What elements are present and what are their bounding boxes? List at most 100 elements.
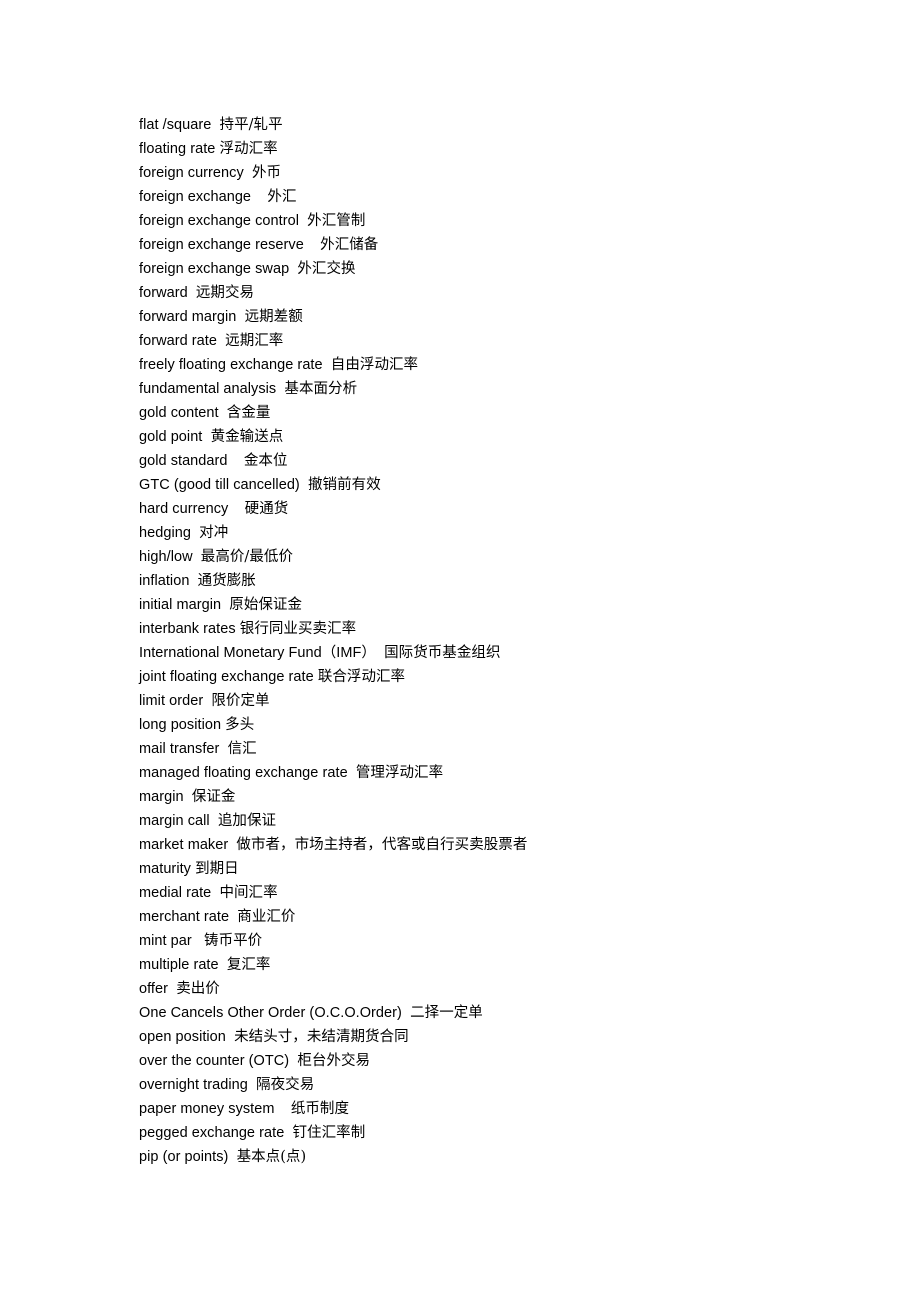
entry-gloss: 最高价/最低价 <box>200 549 294 565</box>
entry-term: market maker <box>139 837 229 853</box>
entry-gloss: 撤销前有效 <box>308 477 381 493</box>
entry-gloss: 远期交易 <box>195 285 255 301</box>
entry-term: multiple rate <box>139 957 219 973</box>
entry-gloss: 外汇管制 <box>307 213 366 229</box>
entry-term: forward <box>139 285 188 301</box>
entry-gloss: 黄金输送点 <box>210 429 284 445</box>
glossary-entry: mint par 铸币平价 <box>139 929 859 953</box>
entry-gloss: 多头 <box>225 717 255 733</box>
glossary-entry: One Cancels Other Order (O.C.O.Order) 二择… <box>139 1001 859 1025</box>
entry-separator <box>284 1125 292 1141</box>
entry-separator <box>244 165 252 181</box>
glossary-entry: forward margin 远期差额 <box>139 305 859 329</box>
entry-separator <box>251 189 267 205</box>
entry-separator <box>228 453 244 469</box>
entry-term: foreign currency <box>139 165 244 181</box>
entry-term: forward rate <box>139 333 217 349</box>
glossary-entry: merchant rate 商业汇价 <box>139 905 859 929</box>
entry-gloss: 保证金 <box>191 789 236 805</box>
entry-gloss: 外汇储备 <box>320 237 379 253</box>
entry-gloss: 卖出价 <box>176 981 220 997</box>
glossary-entry: floating rate 浮动汇率 <box>139 137 859 161</box>
entry-gloss: 二择一定单 <box>410 1005 483 1021</box>
glossary-entry: managed floating exchange rate 管理浮动汇率 <box>139 761 859 785</box>
entry-separator <box>188 285 196 301</box>
entry-term: long position <box>139 717 222 733</box>
entry-gloss: 外汇 <box>267 189 297 205</box>
entry-gloss: 金本位 <box>243 453 288 469</box>
entry-gloss: 基本点(点) <box>236 1149 307 1165</box>
entry-separator <box>191 525 199 541</box>
entry-gloss: 国际货币基金组织 <box>384 645 501 661</box>
entry-term: managed floating exchange rate <box>139 765 348 781</box>
entry-gloss: 管理浮动汇率 <box>355 765 444 781</box>
entry-gloss: 基本面分析 <box>284 381 358 397</box>
entry-term: floating rate <box>139 141 216 157</box>
entry-separator <box>275 1101 291 1117</box>
entry-term: One Cancels Other Order (O.C.O.Order) <box>139 1005 402 1021</box>
entry-gloss: 远期差额 <box>244 309 303 325</box>
entry-term: margin <box>139 789 184 805</box>
entry-term: merchant rate <box>139 909 230 925</box>
glossary-entry: gold content 含金量 <box>139 401 859 425</box>
entry-term: high/low <box>139 549 193 565</box>
entry-term: pip (or points) <box>139 1149 229 1165</box>
entry-gloss: 铸币平价 <box>204 933 263 949</box>
entry-term: open position <box>139 1029 226 1045</box>
entry-separator <box>236 309 244 325</box>
glossary-entry: flat /square 持平/轧平 <box>139 113 859 137</box>
glossary-entry: multiple rate 复汇率 <box>139 953 859 977</box>
entry-gloss: 限价定单 <box>211 693 270 709</box>
entry-term: fundamental analysis <box>139 381 277 397</box>
entry-gloss: 隔夜交易 <box>256 1077 315 1093</box>
glossary-entry: margin 保证金 <box>139 785 859 809</box>
entry-gloss: 做市者，市场主持者，代客或自行买卖股票者 <box>236 837 528 853</box>
entry-separator <box>184 789 192 805</box>
entry-term: forward margin <box>139 309 237 325</box>
glossary-entry: market maker 做市者，市场主持者，代客或自行买卖股票者 <box>139 833 859 857</box>
glossary-entry: interbank rates 银行同业买卖汇率 <box>139 617 859 641</box>
entry-term: gold content <box>139 405 219 421</box>
glossary-entry: pip (or points) 基本点(点) <box>139 1145 859 1169</box>
entry-term: hard currency <box>139 501 229 517</box>
entry-term: margin call <box>139 813 210 829</box>
glossary-entry: medial rate 中间汇率 <box>139 881 859 905</box>
entry-gloss: 信汇 <box>227 741 257 757</box>
entry-term: foreign exchange <box>139 189 252 205</box>
entry-separator <box>323 357 331 373</box>
entry-term: overnight trading <box>139 1077 248 1093</box>
entry-separator <box>189 573 197 589</box>
entry-separator <box>219 957 227 973</box>
entry-separator <box>248 1077 256 1093</box>
entry-term: foreign exchange control <box>139 213 299 229</box>
entry-gloss: 柜台外交易 <box>297 1053 371 1069</box>
glossary-entry: open position 未结头寸，未结清期货合同 <box>139 1025 859 1049</box>
entry-term: gold standard <box>139 453 228 469</box>
entry-separator <box>219 741 227 757</box>
glossary-entry: gold point 黄金输送点 <box>139 425 859 449</box>
entry-separator <box>376 645 384 661</box>
glossary-entry: overnight trading 隔夜交易 <box>139 1073 859 1097</box>
entry-term: hedging <box>139 525 191 541</box>
entry-gloss: 外币 <box>251 165 282 181</box>
glossary-entry: pegged exchange rate 钉住汇率制 <box>139 1121 859 1145</box>
entry-gloss: 远期汇率 <box>225 333 284 349</box>
entry-separator <box>192 933 204 949</box>
entry-term: freely floating exchange rate <box>139 357 323 373</box>
glossary-entry: long position 多头 <box>139 713 859 737</box>
entry-gloss: 中间汇率 <box>219 885 278 901</box>
glossary-entry: foreign exchange swap 外汇交换 <box>139 257 859 281</box>
glossary-entry: fundamental analysis 基本面分析 <box>139 377 859 401</box>
glossary-entry: foreign exchange reserve 外汇储备 <box>139 233 859 257</box>
entry-term: initial margin <box>139 597 222 613</box>
entry-gloss: 原始保证金 <box>229 597 303 613</box>
entry-term: limit order <box>139 693 204 709</box>
entry-separator <box>217 333 225 349</box>
glossary-entry: initial margin 原始保证金 <box>139 593 859 617</box>
glossary-entry: gold standard 金本位 <box>139 449 859 473</box>
entry-term: interbank rates <box>139 621 236 637</box>
entry-separator <box>193 549 201 565</box>
entry-separator <box>300 477 308 493</box>
glossary-entry: mail transfer 信汇 <box>139 737 859 761</box>
glossary-entry: foreign exchange control 外汇管制 <box>139 209 859 233</box>
